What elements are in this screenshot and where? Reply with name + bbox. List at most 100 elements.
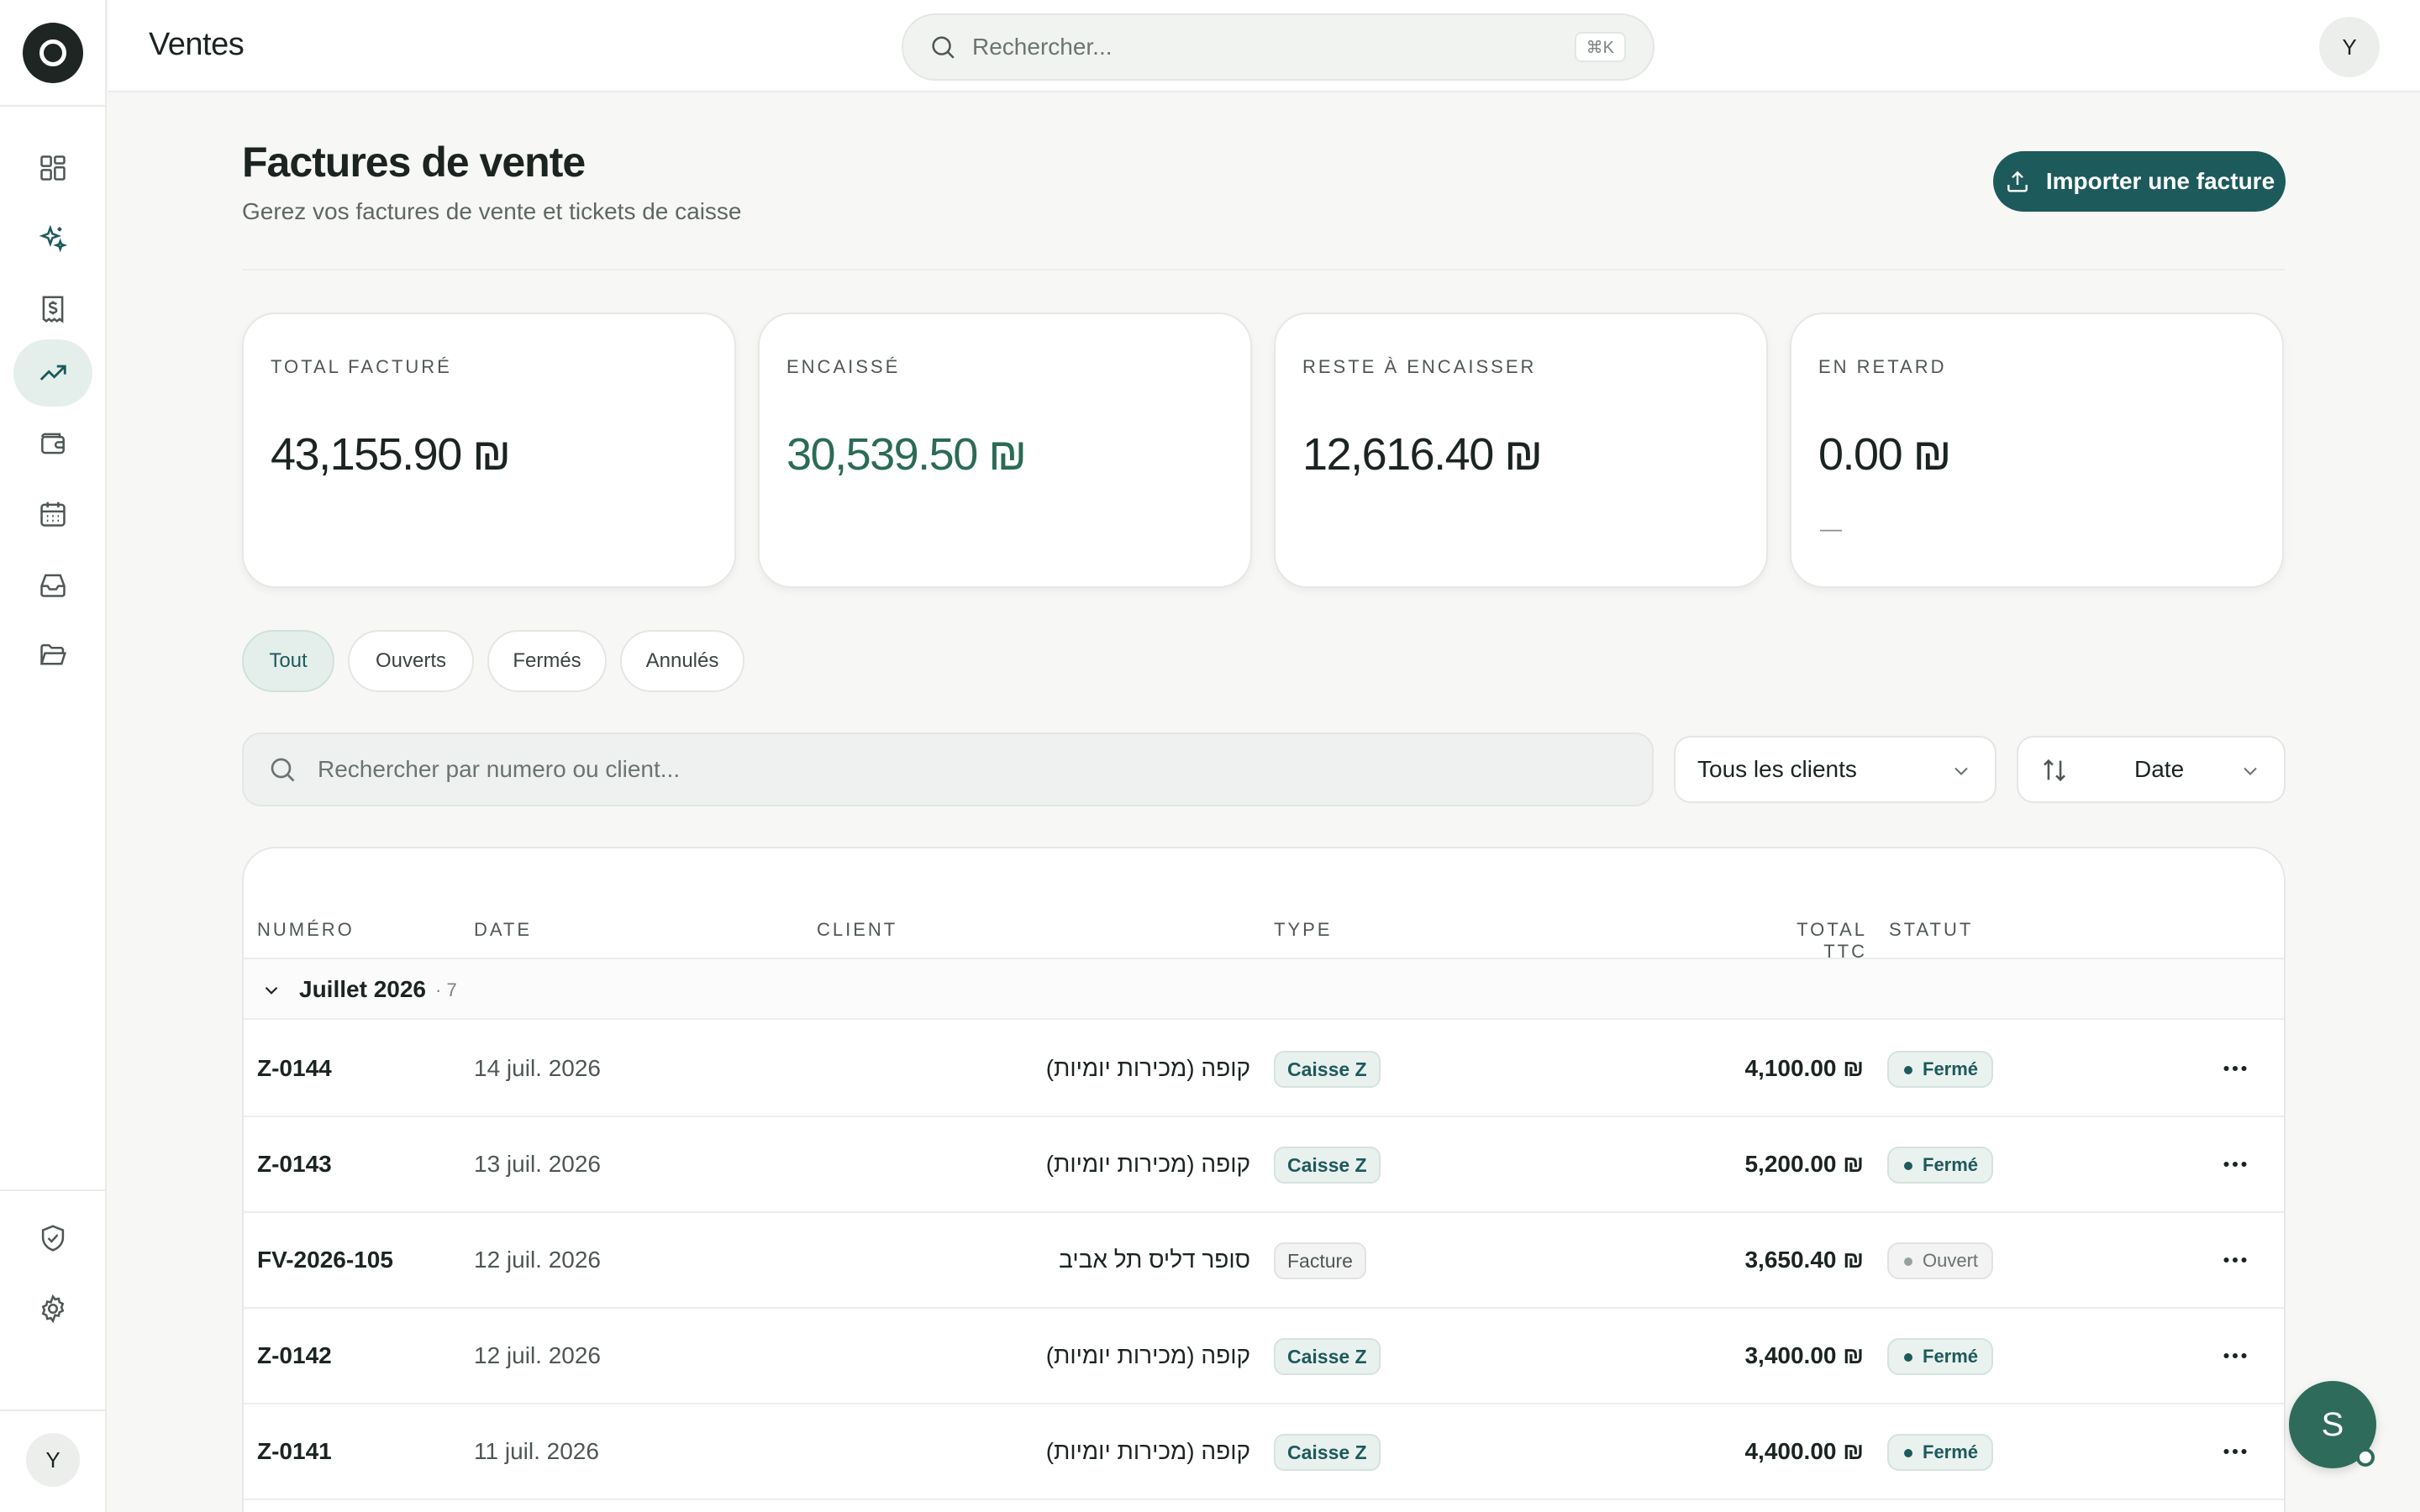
stat-value: 43,155.90 ₪ — [271, 429, 511, 480]
row-more-button[interactable] — [2218, 1052, 2252, 1085]
stat-value: 0.00 ₪ — [1818, 429, 1951, 480]
invoice-total: 4,400.00 ₪ — [1744, 1438, 1864, 1464]
status-badge: Fermé — [1887, 1434, 1994, 1471]
invoice-search-placeholder: Rechercher par numero ou client... — [318, 756, 681, 782]
sidebar-item-sales[interactable] — [13, 339, 92, 407]
table-row[interactable]: Z-0141 11 juil. 2026 קופה (מכירות יומיות… — [244, 1404, 2284, 1500]
sidebar-item-settings[interactable] — [13, 1275, 92, 1342]
assistant-avatar-button[interactable]: S — [2289, 1381, 2376, 1468]
page-subtitle: Gerez vos factures de vente et tickets d… — [242, 198, 742, 224]
upload-icon — [2007, 171, 2028, 192]
stat-value: 12,616.40 ₪ — [1302, 429, 1543, 480]
global-search[interactable]: Rechercher... ⌘K — [902, 13, 1655, 81]
row-more-button[interactable] — [2218, 1339, 2252, 1373]
invoice-type-badge: Caisse Z — [1274, 1147, 1381, 1184]
row-more-button[interactable] — [2218, 1435, 2252, 1468]
row-more-button[interactable] — [2218, 1243, 2252, 1277]
invoice-search-input[interactable]: Rechercher par numero ou client... — [242, 732, 1654, 806]
sidebar-logo-area — [0, 0, 105, 107]
filter-tab-cancelled[interactable]: Annulés — [620, 630, 744, 692]
receipt-dollar-icon — [42, 296, 64, 323]
sidebar-item-wallet[interactable] — [13, 410, 92, 477]
more-horizontal-icon — [2223, 1449, 2247, 1454]
header-user-avatar[interactable]: Y — [2319, 17, 2380, 77]
shield-check-icon — [41, 1225, 65, 1252]
app-title: Ventes — [149, 27, 245, 62]
invoice-number: Z-0141 — [257, 1438, 332, 1464]
column-header-number[interactable]: NUMÉRO — [257, 919, 355, 941]
month-group-count: · 7 — [435, 979, 457, 1000]
grid-icon — [40, 155, 66, 181]
filter-tab-closed[interactable]: Fermés — [487, 630, 607, 692]
sidebar-user-avatar[interactable]: Y — [26, 1433, 80, 1487]
invoice-client: קופה (מכירות יומיות) — [1045, 1151, 1250, 1177]
trending-up-icon — [39, 365, 66, 381]
app-logo[interactable] — [22, 22, 83, 83]
column-header-type[interactable]: TYPE — [1274, 919, 1332, 941]
invoice-type-badge: Caisse Z — [1274, 1051, 1381, 1088]
more-horizontal-icon — [2223, 1353, 2247, 1358]
inbox-icon — [40, 574, 66, 597]
invoice-total: 4,100.00 ₪ — [1744, 1055, 1864, 1081]
stat-card-overdue: EN RETARD 0.00 ₪ — — [1790, 312, 2284, 588]
stat-card-remaining: RESTE À ENCAISSER 12,616.40 ₪ — [1274, 312, 1768, 588]
invoice-client: קופה (מכירות יומיות) — [1045, 1055, 1250, 1081]
invoice-number: FV-2026-105 — [257, 1247, 393, 1273]
status-badge: Fermé — [1887, 1338, 1994, 1375]
column-header-date[interactable]: DATE — [474, 919, 532, 941]
search-icon — [271, 758, 295, 782]
search-icon — [932, 36, 955, 59]
column-header-client[interactable]: CLIENT — [817, 919, 897, 941]
invoice-date: 11 juil. 2026 — [474, 1438, 599, 1464]
sidebar-item-inbox[interactable] — [13, 551, 92, 618]
stat-label: ENCAISSÉ — [786, 356, 901, 377]
page-divider — [242, 269, 2286, 270]
sidebar-item-dashboard[interactable] — [13, 134, 92, 202]
import-invoice-label: Importer une facture — [2045, 168, 2275, 194]
table-row[interactable]: Z-0143 13 juil. 2026 קופה (מכירות יומיות… — [244, 1117, 2284, 1213]
stat-label: TOTAL FACTURÉ — [271, 356, 452, 377]
sort-select[interactable]: Date — [2017, 736, 2286, 803]
stat-note: — — [1820, 516, 1842, 541]
table-row[interactable]: Z-0142 12 juil. 2026 קופה (מכירות יומיות… — [244, 1309, 2284, 1404]
sidebar-item-security[interactable] — [13, 1205, 92, 1272]
client-filter-select[interactable]: Tous les clients — [1674, 736, 1996, 803]
more-horizontal-icon — [2223, 1257, 2247, 1263]
status-badge: Fermé — [1887, 1051, 1994, 1088]
table-row[interactable]: Z-0144 14 juil. 2026 קופה (מכירות יומיות… — [244, 1021, 2284, 1117]
column-header-status[interactable]: STATUT — [1889, 919, 1973, 941]
sidebar-item-calendar[interactable] — [13, 480, 92, 548]
chevron-down-icon — [2244, 767, 2257, 775]
invoices-table: NUMÉRO DATE CLIENT TYPE TOTAL TTC STATUT… — [242, 847, 2286, 1512]
status-badge: Ouvert — [1887, 1242, 1994, 1279]
invoice-client: סופר דליס תל אביב — [1059, 1247, 1250, 1273]
stat-label: EN RETARD — [1818, 356, 1947, 377]
stat-value: 30,539.50 ₪ — [786, 429, 1027, 480]
top-header: Ventes Rechercher... ⌘K Y — [108, 0, 2420, 92]
invoice-client: קופה (מכירות יומיות) — [1045, 1438, 1250, 1464]
invoice-total: 3,400.00 ₪ — [1744, 1342, 1864, 1368]
page-title: Factures de vente — [242, 139, 586, 186]
stat-card-total: TOTAL FACTURÉ 43,155.90 ₪ — [242, 312, 736, 588]
sidebar-item-invoices[interactable] — [13, 276, 92, 343]
sidebar-divider-bottom — [0, 1410, 107, 1411]
wallet-icon — [41, 433, 65, 454]
gear-icon — [41, 1294, 65, 1324]
row-more-button[interactable] — [2218, 1147, 2252, 1181]
invoice-type-badge: Caisse Z — [1274, 1338, 1381, 1375]
folder-open-icon — [39, 643, 66, 665]
chevron-down-icon — [1954, 767, 1968, 775]
sidebar-item-ai[interactable] — [13, 205, 92, 272]
status-badge: Fermé — [1887, 1147, 1994, 1184]
month-group-header[interactable]: Juillet 2026 · 7 — [244, 958, 2284, 1020]
column-header-total[interactable]: TOTAL TTC — [1748, 919, 1867, 963]
sparkles-icon — [39, 224, 68, 253]
sidebar-item-documents[interactable] — [13, 622, 92, 689]
invoice-number: Z-0143 — [257, 1151, 332, 1177]
chevron-down-icon — [265, 986, 278, 995]
filter-tab-open[interactable]: Ouverts — [348, 630, 474, 692]
filter-tab-all[interactable]: Tout — [242, 630, 334, 692]
table-row[interactable]: FV-2026-105 12 juil. 2026 סופר דליס תל א… — [244, 1213, 2284, 1309]
invoice-number: Z-0142 — [257, 1342, 332, 1368]
import-invoice-button[interactable]: Importer une facture — [1993, 151, 2286, 212]
